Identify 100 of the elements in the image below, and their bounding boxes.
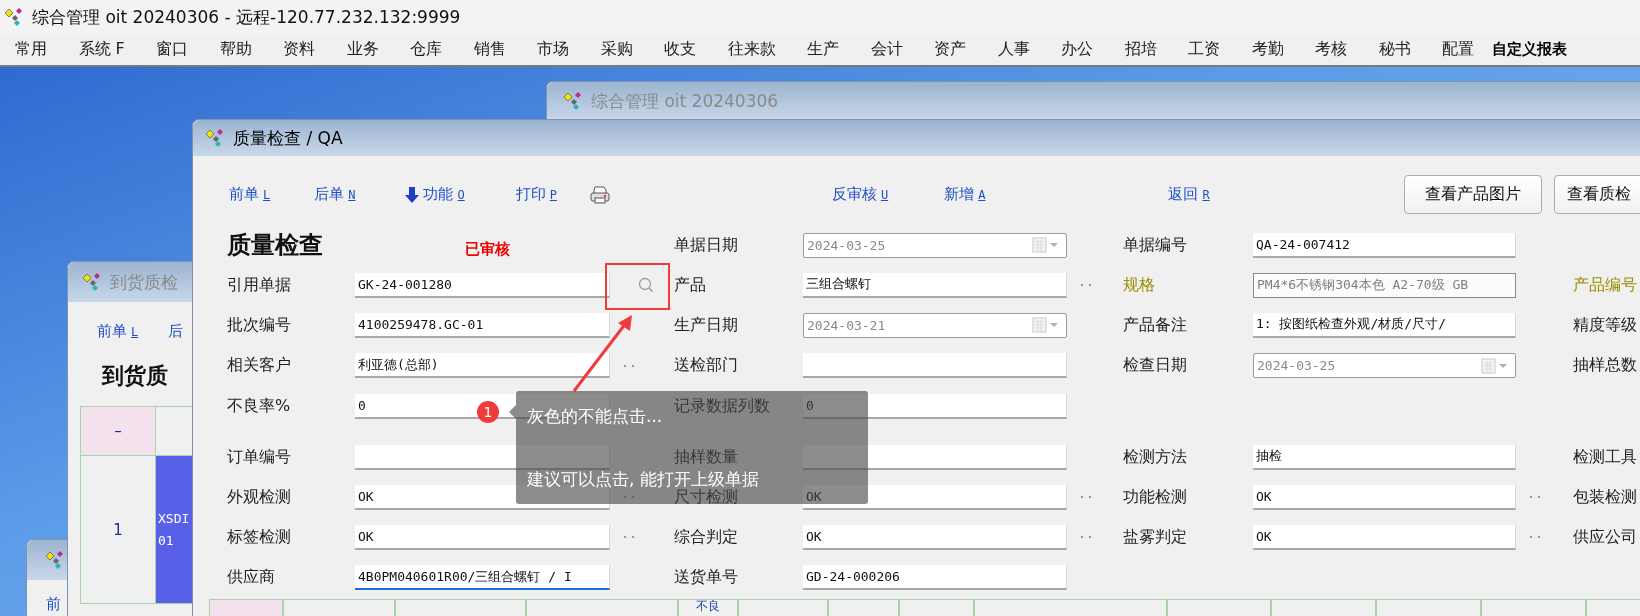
field-label: 供应公司	[1573, 526, 1638, 548]
window-title: 质量检查 / QA	[233, 126, 343, 150]
input-field[interactable]: OK	[1253, 484, 1516, 510]
menu-item[interactable]: 往来款	[727, 39, 776, 60]
menu-item[interactable]: 考核	[1315, 39, 1348, 60]
field-label: 单据日期	[674, 234, 739, 256]
input-field[interactable]: OK	[355, 524, 610, 550]
highlight-frame	[605, 263, 670, 310]
button[interactable]: 查看产品图片	[1404, 175, 1542, 214]
input-field[interactable]: 4B0PM040601R00/三组合螺钉 / I	[355, 565, 610, 590]
toolbar-link[interactable]: 前单 L	[97, 322, 139, 341]
field-label: 检查日期	[1123, 355, 1188, 376]
menu-item[interactable]: 系统 F	[78, 39, 125, 60]
menu-item[interactable]: 仓库	[410, 39, 443, 60]
field-label: 包装检测	[1573, 486, 1638, 508]
down-arrow-icon	[405, 185, 420, 204]
field-label: 产品备注	[1123, 314, 1188, 336]
input-field[interactable]: 利亚德(总部)	[355, 353, 610, 378]
input-field[interactable]: GK-24-001280	[355, 272, 610, 298]
field-label: 相关客户	[227, 355, 292, 376]
toolbar-link[interactable]: 后单 N	[314, 185, 356, 204]
form-heading: 到货质	[102, 361, 168, 390]
menu-item[interactable]: 常用	[15, 39, 47, 60]
table-header-cell: 不良	[678, 599, 738, 616]
calendar-dropdown-icon[interactable]	[1481, 357, 1509, 374]
toolbar-link[interactable]: 返回 R	[1168, 185, 1210, 204]
input-field[interactable]: 1: 按图纸检查外观/材质/尺寸/	[1253, 312, 1516, 338]
menu-item[interactable]: 业务	[346, 39, 379, 60]
input-field[interactable]: PM4*6不锈钢304本色 A2-70级 GB	[1253, 272, 1516, 298]
input-field[interactable]: 2024-03-21	[803, 312, 1067, 338]
field-label: 盐雾判定	[1123, 526, 1188, 548]
toolbar-link[interactable]: 新增 A	[944, 185, 986, 204]
toolbar-link[interactable]: 前	[46, 595, 61, 614]
status-label: 已审核	[465, 240, 510, 259]
input-field[interactable]: 2024-03-25	[803, 232, 1067, 258]
menu-item[interactable]: 办公	[1061, 39, 1094, 60]
toolbar-link[interactable]: 功能 O	[405, 185, 465, 204]
toolbar-link[interactable]: 前单 L	[229, 185, 271, 204]
input-field[interactable]: 0	[803, 394, 1067, 419]
field-label: 引用单据	[227, 274, 292, 296]
field-label: 产品编号	[1573, 274, 1638, 296]
field-label: 抽样总数	[1573, 355, 1638, 376]
calendar-dropdown-icon[interactable]	[1032, 317, 1060, 333]
menu-item[interactable]: 采购	[600, 39, 633, 60]
field-label: 送检部门	[674, 355, 739, 376]
window-title: 综合管理 oit 20240306 - 远程-120.77.232.132:9999	[32, 5, 461, 29]
printer-icon[interactable]	[589, 185, 610, 204]
menu-item[interactable]: 考勤	[1251, 39, 1284, 60]
menu-item[interactable]: 会计	[870, 39, 903, 60]
field-label: 检测工具	[1573, 446, 1638, 468]
input-field[interactable]: 抽检	[1253, 444, 1516, 470]
field-label: 尺寸检测	[674, 486, 738, 508]
field-label: 生产日期	[674, 314, 739, 336]
input-field[interactable]: OK	[803, 524, 1067, 550]
menu-item[interactable]: 帮助	[219, 39, 252, 60]
input-field[interactable]: QA-24-007412	[1253, 232, 1516, 258]
field-label: 不良率%	[227, 396, 292, 417]
window-title: 到货质检	[110, 270, 178, 294]
field-label: 功能检测	[1123, 486, 1188, 508]
field-label: 记录数据列数	[674, 396, 771, 417]
toolbar-link[interactable]: 后	[168, 322, 184, 341]
toolbar-link[interactable]: 反审核 U	[831, 185, 889, 204]
button[interactable]: 查看质检	[1554, 175, 1640, 214]
menu-item[interactable]: 生产	[807, 39, 840, 60]
menu-item[interactable]: 人事	[997, 39, 1030, 60]
field-label: 规格	[1123, 274, 1156, 296]
field-label: 综合判定	[674, 526, 739, 548]
menu-item[interactable]: 收支	[664, 39, 697, 60]
input-field[interactable]: GD-24-000206	[803, 565, 1067, 590]
field-label: 批次编号	[227, 314, 292, 336]
field-label: 精度等级	[1573, 314, 1638, 336]
menu-item[interactable]: 自定义报表	[1491, 40, 1567, 59]
input-field[interactable]: OK	[1253, 524, 1516, 550]
menu-item[interactable]: 招培	[1124, 39, 1157, 60]
field-label: 检测方法	[1123, 446, 1188, 468]
toolbar-link[interactable]: 打印 P	[515, 185, 557, 204]
menu-item[interactable]: 资产	[934, 39, 967, 60]
menu-item[interactable]: 市场	[537, 39, 570, 60]
menu-item[interactable]: 销售	[473, 39, 506, 60]
input-field[interactable]	[355, 444, 610, 470]
input-field[interactable]: OK	[803, 484, 1067, 510]
menu-item[interactable]: 资料	[283, 39, 316, 60]
menu-item[interactable]: 秘书	[1378, 39, 1411, 60]
menu-item[interactable]: 工资	[1188, 39, 1221, 60]
field-label: 标签检测	[227, 526, 292, 548]
field-label: 送货单号	[674, 567, 739, 588]
table-header-cell: –	[81, 407, 156, 456]
input-field[interactable]: 2024-03-25	[1253, 353, 1516, 378]
menu-item[interactable]: 配置	[1442, 39, 1475, 60]
field-label: 外观检测	[227, 486, 292, 508]
menu-item[interactable]: 窗口	[156, 39, 189, 60]
calendar-dropdown-icon[interactable]	[1032, 237, 1060, 253]
input-field[interactable]	[803, 444, 1067, 470]
input-field[interactable]	[803, 353, 1067, 378]
field-label: 抽样数量	[674, 446, 739, 468]
field-label: 产品	[674, 274, 707, 296]
search-icon[interactable]	[638, 277, 654, 293]
input-field[interactable]: 三组合螺钉	[803, 272, 1067, 298]
field-label: 供应商	[227, 567, 276, 588]
input-field[interactable]: 4100259478.GC-01	[355, 312, 610, 338]
